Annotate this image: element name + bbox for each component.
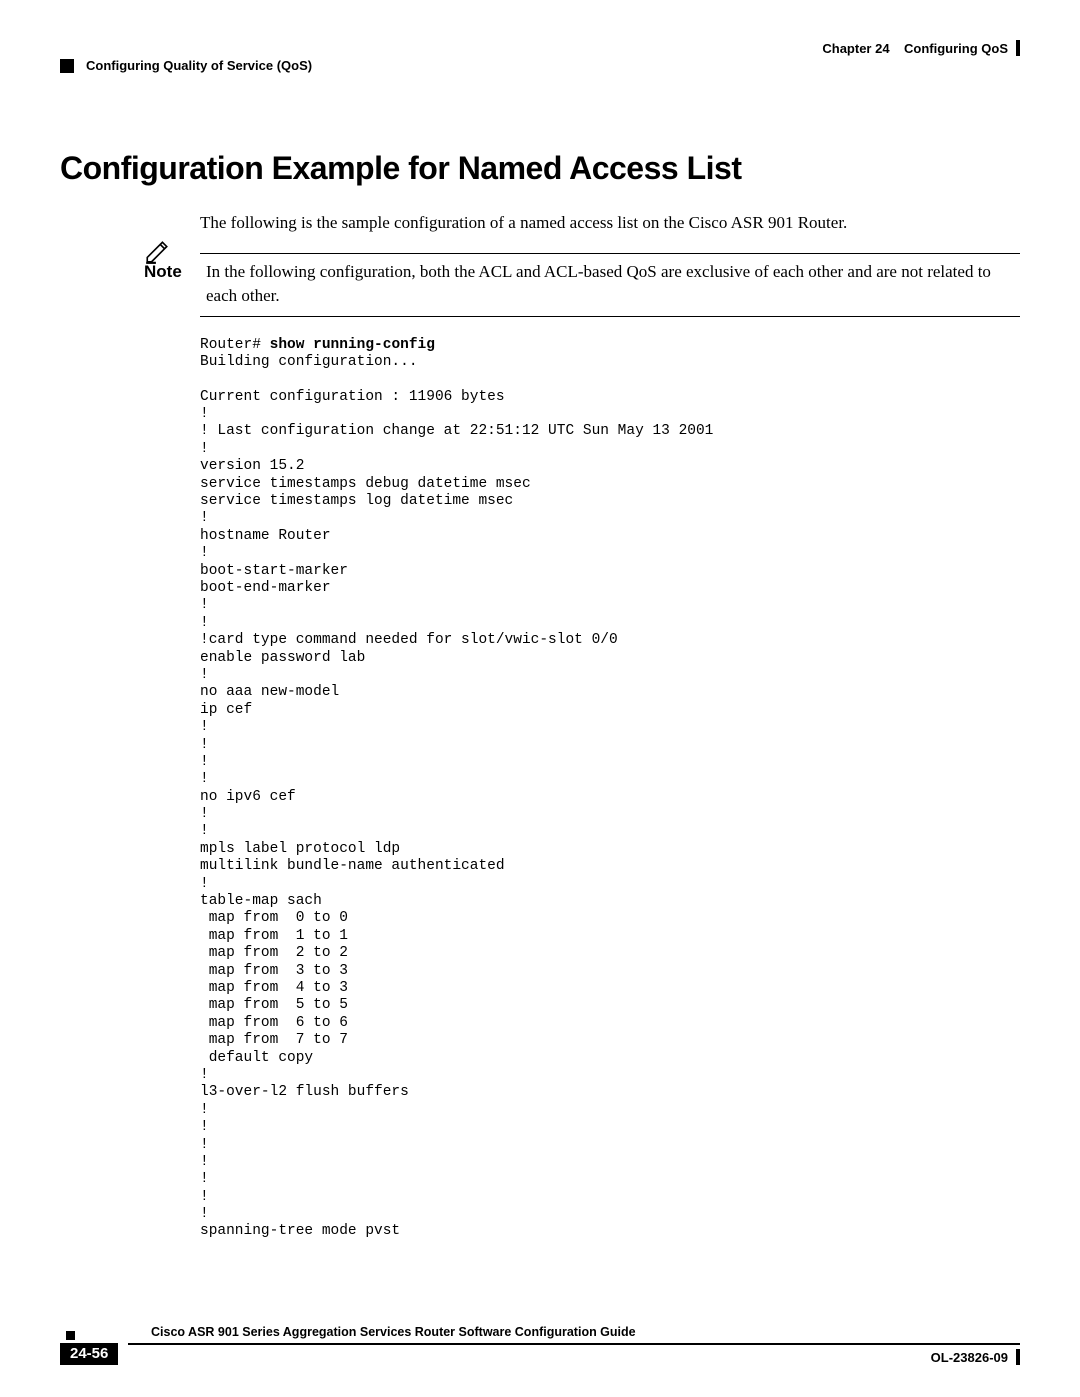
header-right: Chapter 24 Configuring QoS — [822, 40, 1020, 56]
cli-command: show running-config — [270, 337, 435, 353]
header-square-icon — [60, 59, 74, 73]
cli-body: Building configuration... Current config… — [200, 354, 713, 1240]
chapter-title: Configuring QoS — [904, 41, 1008, 56]
document-page: Chapter 24 Configuring QoS Configuring Q… — [0, 0, 1080, 1397]
pencil-icon — [144, 239, 170, 272]
page-title: Configuration Example for Named Access L… — [60, 150, 1020, 187]
footer-guide-title: Cisco ASR 901 Series Aggregation Service… — [151, 1325, 636, 1339]
divider — [200, 316, 1020, 317]
page-header: Chapter 24 Configuring QoS Configuring Q… — [60, 40, 1020, 85]
divider — [200, 253, 1020, 254]
footer-doc-id: OL-23826-09 — [931, 1349, 1020, 1365]
cli-prompt: Router# — [200, 337, 270, 353]
footer-bar-icon — [1016, 1349, 1020, 1365]
doc-id-text: OL-23826-09 — [931, 1350, 1008, 1365]
config-output: Router# show running-config Building con… — [200, 337, 1020, 1241]
intro-paragraph: The following is the sample configuratio… — [200, 212, 1020, 235]
header-left: Configuring Quality of Service (QoS) — [60, 58, 312, 73]
footer-rule — [128, 1343, 1020, 1345]
page-number-badge: 24-56 — [60, 1343, 118, 1365]
body-content: The following is the sample configuratio… — [200, 212, 1020, 1241]
footer-square-icon — [66, 1331, 75, 1340]
chapter-label: Chapter 24 — [822, 41, 889, 56]
page-footer: Cisco ASR 901 Series Aggregation Service… — [60, 1325, 1020, 1365]
note-block: Note In the following configuration, bot… — [200, 253, 1020, 317]
header-bar-icon — [1016, 40, 1020, 56]
section-title: Configuring Quality of Service (QoS) — [86, 58, 312, 73]
note-text: In the following configuration, both the… — [206, 260, 1020, 308]
